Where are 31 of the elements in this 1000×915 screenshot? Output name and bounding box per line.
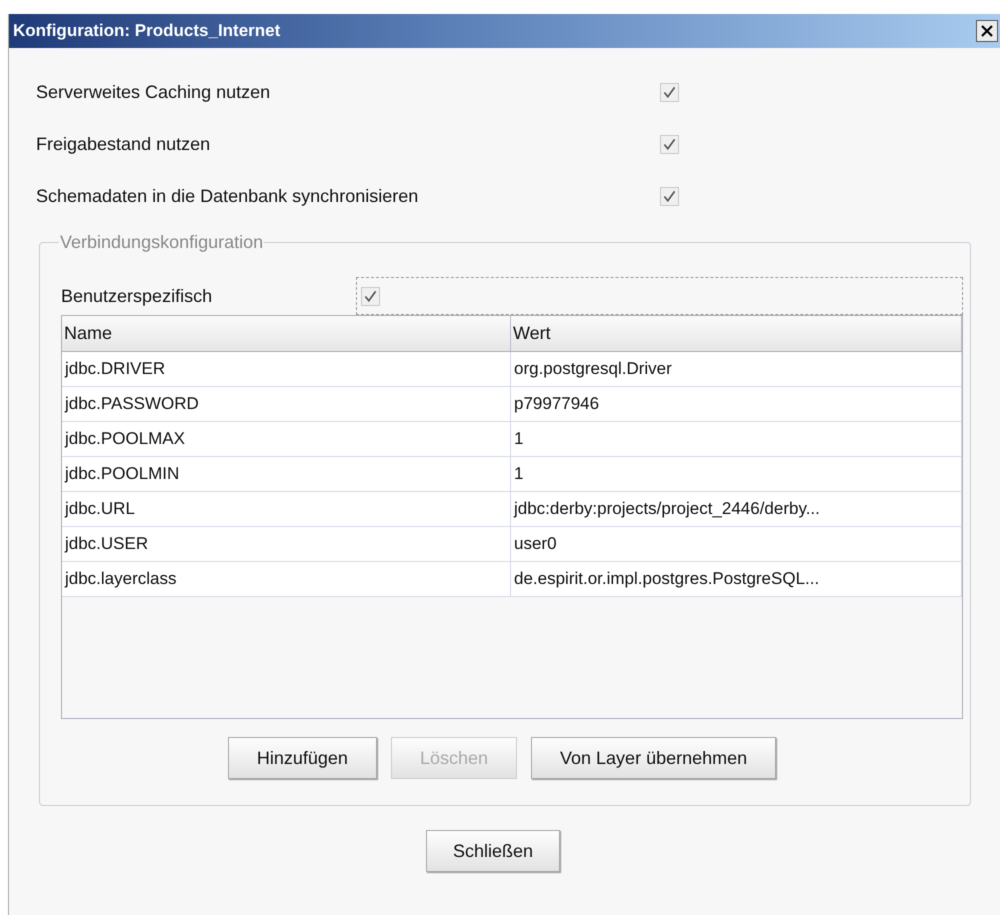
column-header[interactable]: Wert — [510, 316, 962, 352]
table-cell: jdbc:derby:projects/project_2446/derby... — [510, 492, 962, 526]
option-label: Schemadaten in die Datenbank synchronisieren — [36, 186, 420, 206]
table-cell: org.postgresql.Driver — [510, 352, 962, 386]
table-cell: 1 — [510, 456, 962, 492]
option-label: Freigabestand nutzen — [36, 134, 212, 154]
table-cell: jdbc.layerclass — [62, 562, 510, 596]
checkbox[interactable] — [660, 82, 679, 102]
table-cell: jdbc.POOLMAX — [62, 422, 510, 456]
close-button[interactable] — [976, 20, 998, 42]
group-title: Verbindungskonfiguration — [59, 232, 264, 253]
window-title: Konfiguration: Products_Internet — [12, 21, 280, 41]
table-cell: jdbc.POOLMIN — [62, 456, 510, 492]
column-header[interactable]: Name — [62, 316, 510, 352]
table-cell: jdbc.DRIVER — [62, 352, 510, 386]
table-cell: jdbc.PASSWORD — [62, 386, 510, 422]
table-cell: p79977946 — [510, 386, 962, 422]
button[interactable]: Von Layer übernehmen — [531, 737, 776, 779]
table-cell: user0 — [510, 526, 962, 562]
table-cell: de.espirit.or.impl.postgres.PostgreSQL... — [510, 562, 962, 596]
close-icon — [980, 24, 994, 38]
table-cell: 1 — [510, 422, 962, 456]
table-cell: jdbc.USER — [62, 526, 510, 562]
checkbox[interactable] — [361, 286, 380, 306]
checkbox[interactable] — [660, 134, 679, 154]
option-label: Serverweites Caching nutzen — [36, 82, 272, 102]
button[interactable]: Schließen — [426, 830, 560, 872]
table-cell: jdbc.URL — [62, 492, 510, 526]
option-label: Benutzerspezifisch — [61, 286, 214, 306]
checkbox[interactable] — [660, 186, 679, 206]
button[interactable]: Hinzufügen — [228, 737, 377, 779]
